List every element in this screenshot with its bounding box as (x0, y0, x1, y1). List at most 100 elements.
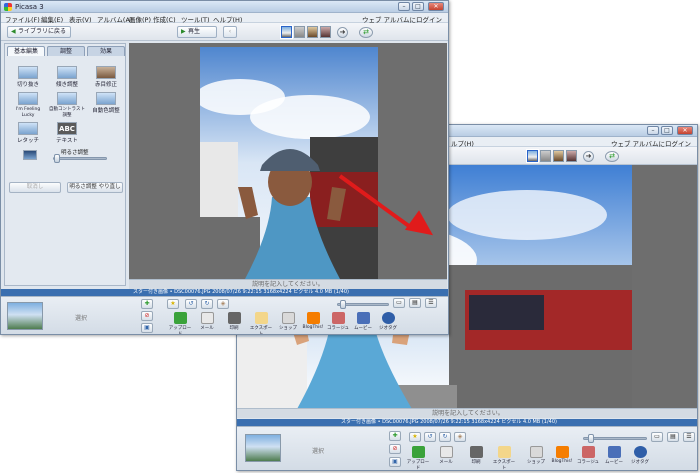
action-collage[interactable]: コラージュ (575, 446, 601, 465)
maximize-button[interactable]: □ (412, 2, 424, 11)
action-geotag[interactable]: ジオタグ (627, 446, 653, 465)
tab-basic-fixes[interactable]: 基本編集 (7, 46, 45, 56)
action-shop[interactable]: ショップ (275, 312, 301, 331)
title-bar: Picasa 3 – □ ✕ (1, 1, 448, 13)
pin-icon[interactable]: ✚ (141, 299, 153, 309)
movie-icon (607, 446, 621, 458)
view-single-icon[interactable]: ▭ (393, 298, 405, 308)
view-grid-icon[interactable]: ▤ (667, 432, 679, 442)
album-icon[interactable]: ▣ (389, 457, 401, 467)
retouch-tool[interactable]: レタッチ (9, 122, 47, 144)
filmstrip-thumb[interactable] (294, 26, 305, 38)
action-movie[interactable]: ムービー (350, 312, 376, 331)
minimize-button[interactable]: – (398, 2, 410, 11)
filmstrip-thumb[interactable] (280, 25, 293, 39)
rotate-right-icon[interactable]: ↻ (439, 432, 451, 442)
action-geotag[interactable]: ジオタグ (375, 312, 401, 331)
view-list-icon[interactable]: ☰ (683, 432, 695, 442)
edit-tabs: 基本編集 調整 効果 (7, 46, 125, 56)
brightness-label: 明るさ調整 (61, 150, 89, 156)
tray-label: 選択 (312, 448, 325, 455)
picasa-logo-icon (4, 3, 12, 11)
fill-light-icon (23, 150, 37, 160)
filmstrip-thumb[interactable] (540, 150, 551, 162)
filmstrip-thumb[interactable] (307, 26, 318, 38)
action-print[interactable]: 印刷 (463, 446, 489, 465)
caption-field[interactable]: 説明を記入してください。 (237, 408, 697, 418)
share-icon[interactable]: ⇄ (605, 151, 619, 162)
blogger-icon (306, 312, 320, 324)
action-export[interactable]: エクスポート (248, 312, 274, 334)
clear-icon[interactable]: ⊘ (141, 311, 153, 321)
filmstrip-thumb[interactable] (526, 149, 539, 163)
brightness-slider-knob[interactable] (54, 154, 60, 163)
action-email[interactable]: メール (194, 312, 220, 331)
action-shop[interactable]: ショップ (523, 446, 549, 465)
rotate-right-icon[interactable]: ↻ (201, 299, 213, 309)
redeye-tool[interactable]: 赤目修正 (87, 66, 125, 88)
action-blogthis[interactable]: BlogThis! (549, 446, 575, 464)
undo-button[interactable]: 取消し (9, 182, 61, 193)
tab-tuning[interactable]: 調整 (47, 46, 85, 56)
text-tool[interactable]: ABC テキスト (48, 122, 86, 144)
rotate-left-icon[interactable]: ↺ (424, 432, 436, 442)
straighten-tool[interactable]: 傾き調整 (48, 66, 86, 88)
text-abc-icon: ABC (57, 122, 77, 135)
caption-field[interactable]: 説明を記入してください。 (129, 279, 447, 289)
email-icon (439, 446, 453, 458)
view-single-icon[interactable]: ▭ (651, 432, 663, 442)
action-email[interactable]: メール (433, 446, 459, 465)
action-movie[interactable]: ムービー (601, 446, 627, 465)
email-icon (200, 312, 214, 324)
back-to-library-button[interactable]: ◀ ライブラリに戻る (7, 26, 72, 38)
feeling-lucky-tool[interactable]: I'm Feeling Lucky (9, 92, 47, 118)
tray-thumbnail[interactable] (245, 434, 281, 462)
star-icon[interactable]: ★ (167, 299, 179, 309)
action-collage[interactable]: コラージュ (325, 312, 351, 331)
folder-icon (254, 312, 268, 324)
view-grid-icon[interactable]: ▤ (409, 298, 421, 308)
share-icon[interactable]: ⇄ (359, 27, 373, 38)
tab-effects[interactable]: 効果 (87, 46, 125, 56)
tray-thumbnail[interactable] (7, 302, 43, 330)
status-bar: スター付き画像 • DSC00076.JPG 2008/07/26 9:22:1… (237, 419, 697, 426)
minimize-button[interactable]: – (647, 126, 659, 135)
close-button[interactable]: ✕ (677, 126, 693, 135)
next-arrow-icon[interactable]: ➜ (337, 27, 348, 38)
zoom-slider[interactable] (583, 434, 647, 443)
tag-icon[interactable]: ◈ (217, 299, 229, 309)
view-list-icon[interactable]: ☰ (425, 298, 437, 308)
clear-icon[interactable]: ⊘ (389, 444, 401, 454)
auto-color-tool[interactable]: 自動色調整 (87, 92, 125, 114)
status-bar: スター付き画像 • DSC00076.JPG 2008/07/26 9:22:1… (1, 289, 448, 296)
tag-icon[interactable]: ◈ (454, 432, 466, 442)
album-icon[interactable]: ▣ (141, 323, 153, 333)
auto-contrast-tool[interactable]: 自動コントラスト調整 (48, 92, 86, 118)
zoom-slider-knob[interactable] (588, 434, 594, 443)
contrast-icon (57, 92, 77, 105)
action-blogthis[interactable]: BlogThis! (300, 312, 326, 330)
action-export[interactable]: エクスポート (491, 446, 517, 470)
redo-button[interactable]: 明るさ調整 やり直し (67, 182, 123, 193)
star-icon[interactable]: ★ (409, 432, 421, 442)
filmstrip-thumb[interactable] (566, 150, 577, 162)
filmstrip-thumb[interactable] (320, 26, 331, 38)
picasa-window-original: Picasa 3 – □ ✕ ファイル(F) 編集(E) 表示(V) アルバム(… (0, 0, 449, 335)
prev-button[interactable]: ‹ (223, 26, 237, 38)
filmstrip-thumb[interactable] (553, 150, 564, 162)
maximize-button[interactable]: □ (661, 126, 673, 135)
next-arrow-icon[interactable]: ➜ (583, 151, 594, 162)
action-upload[interactable]: アップロード (167, 312, 193, 334)
crop-tool[interactable]: 切り抜き (9, 66, 47, 88)
zoom-slider[interactable] (337, 300, 389, 309)
play-button[interactable]: ▶ 再生 (177, 26, 217, 38)
action-print[interactable]: 印刷 (221, 312, 247, 331)
status-text: スター付き画像 • DSC00076.JPG 2008/07/26 9:22:1… (341, 419, 557, 425)
zoom-slider-knob[interactable] (340, 300, 346, 309)
brightness-slider[interactable] (53, 154, 107, 163)
rotate-left-icon[interactable]: ↺ (185, 299, 197, 309)
action-upload[interactable]: アップロード (405, 446, 431, 470)
close-button[interactable]: ✕ (428, 2, 444, 11)
menu-bar: ファイル(F) 編集(E) 表示(V) アルバム(A) 画像(P) 作成(C) … (1, 13, 448, 24)
pin-icon[interactable]: ✚ (389, 431, 401, 441)
